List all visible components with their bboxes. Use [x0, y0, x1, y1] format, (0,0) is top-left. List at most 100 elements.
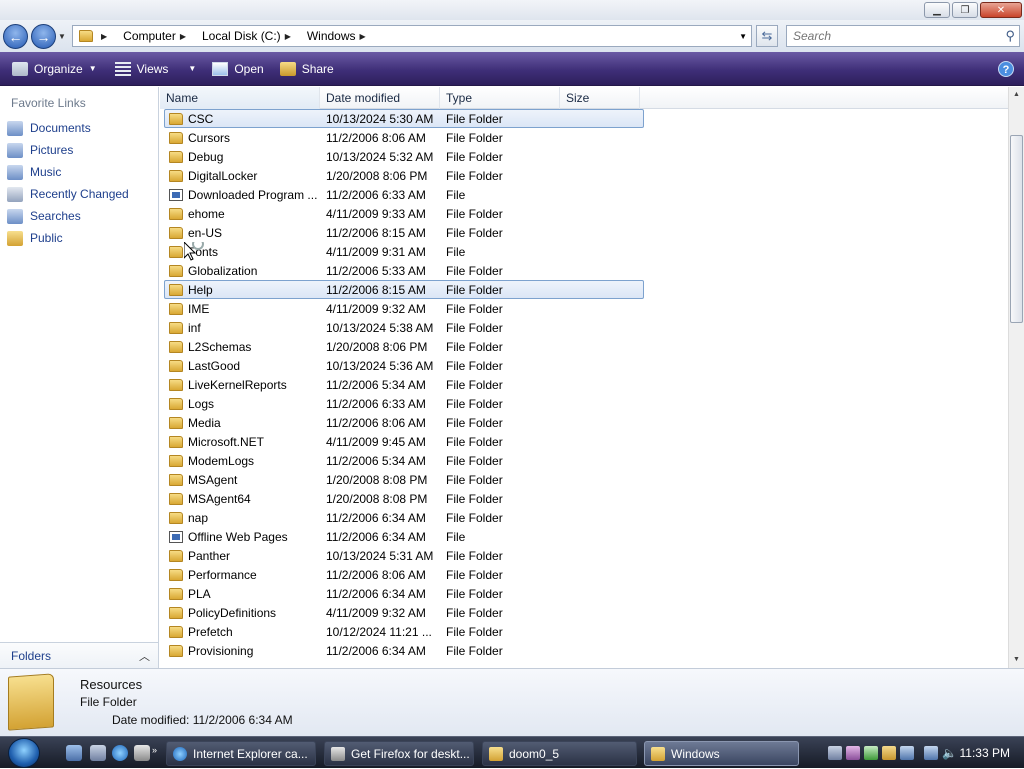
- vertical-scrollbar[interactable]: ▲ ▼: [1008, 87, 1024, 668]
- task-windows[interactable]: Windows: [644, 741, 799, 766]
- file-row[interactable]: Performance 11/2/2006 8:06 AM File Folder: [164, 565, 644, 584]
- quick-launch-icon[interactable]: [134, 745, 150, 761]
- file-row[interactable]: Globalization 11/2/2006 5:33 AM File Folde…: [164, 261, 644, 280]
- file-row[interactable]: PLA 11/2/2006 6:34 AM File Folder: [164, 584, 644, 603]
- column-header-name[interactable]: Name: [160, 87, 320, 109]
- share-button[interactable]: Share: [276, 56, 338, 82]
- file-row[interactable]: Cursors 11/2/2006 8:06 AM File Folder: [164, 128, 644, 147]
- views-button[interactable]: Views ▼: [111, 56, 201, 82]
- breadcrumb-computer[interactable]: Computer ▶: [123, 29, 194, 43]
- file-name-cell: Offline Web Pages: [165, 530, 320, 544]
- file-name-cell: Provisioning: [165, 644, 320, 658]
- recent-pages-dropdown[interactable]: ▼: [58, 32, 66, 41]
- nav-item-documents[interactable]: Documents: [0, 117, 158, 139]
- file-row[interactable]: en-US 11/2/2006 8:15 AM File Folder: [164, 223, 644, 242]
- security-shield-icon[interactable]: [864, 746, 878, 760]
- file-row[interactable]: Microsoft.NET 4/11/2009 9:45 AM File Folde…: [164, 432, 644, 451]
- scroll-up-icon[interactable]: ▲: [1009, 87, 1024, 103]
- help-icon[interactable]: ?: [998, 61, 1014, 77]
- search-box: ⚲: [786, 25, 1020, 47]
- views-icon: [114, 61, 131, 76]
- nav-item-searches[interactable]: Searches: [0, 205, 158, 227]
- open-button[interactable]: Open: [208, 56, 267, 82]
- show-desktop-icon[interactable]: [66, 745, 82, 761]
- file-row[interactable]: Fonts 4/11/2009 9:31 AM File: [164, 242, 644, 261]
- file-row[interactable]: Debug 10/13/2024 5:32 AM File Folder: [164, 147, 644, 166]
- file-name-cell: Prefetch: [165, 625, 320, 639]
- maximize-button[interactable]: ❐: [952, 2, 978, 18]
- file-row[interactable]: inf 10/13/2024 5:38 AM File Folder: [164, 318, 644, 337]
- file-row[interactable]: Downloaded Program ... 11/2/2006 6:33 AM F…: [164, 185, 644, 204]
- file-date-cell: 1/20/2008 8:08 PM: [326, 472, 428, 487]
- start-button[interactable]: [8, 738, 40, 768]
- favorite-links-list: Documents Pictures Music Recently Change…: [0, 117, 158, 249]
- file-row[interactable]: IME 4/11/2009 9:32 AM File Folder: [164, 299, 644, 318]
- chevron-right-icon: ▶: [284, 31, 291, 41]
- file-row[interactable]: Panther 10/13/2024 5:31 AM File Folder: [164, 546, 644, 565]
- file-row[interactable]: nap 11/2/2006 6:34 AM File Folder: [164, 508, 644, 527]
- file-name-cell: nap: [165, 511, 320, 525]
- file-row[interactable]: DigitalLocker 1/20/2008 8:06 PM File Folde…: [164, 166, 644, 185]
- volume-icon[interactable]: 🔈: [942, 746, 957, 760]
- address-bar[interactable]: ▶ Computer ▶ Local Disk (C:) ▶ Windows ▶ ▼: [72, 25, 752, 47]
- organize-button[interactable]: Organize ▼: [8, 56, 101, 82]
- close-button[interactable]: ✕: [980, 2, 1022, 18]
- file-row[interactable]: L2Schemas 1/20/2008 8:06 PM File Folder: [164, 337, 644, 356]
- taskbar: » Internet Explorer ca... Get Firefox fo…: [0, 736, 1024, 768]
- switch-windows-icon[interactable]: [90, 745, 106, 761]
- nav-item-pictures[interactable]: Pictures: [0, 139, 158, 161]
- address-dropdown-icon[interactable]: ▼: [739, 32, 747, 41]
- forward-button[interactable]: →: [31, 24, 56, 49]
- tray-app-icon[interactable]: [828, 746, 842, 760]
- breadcrumb-root[interactable]: ▶: [97, 32, 115, 41]
- search-icon[interactable]: ⚲: [1005, 28, 1015, 44]
- minimize-button[interactable]: ▁: [924, 2, 950, 18]
- search-input[interactable]: [791, 28, 991, 44]
- file-date-cell: 11/2/2006 6:34 AM: [326, 510, 426, 525]
- clock[interactable]: 11:33 PM: [960, 746, 1010, 760]
- scroll-down-icon[interactable]: ▼: [1009, 652, 1024, 668]
- nav-item-recently-changed[interactable]: Recently Changed: [0, 183, 158, 205]
- file-row[interactable]: Provisioning 11/2/2006 6:34 AM File Folder: [164, 641, 644, 660]
- task-doom[interactable]: doom0_5: [482, 741, 637, 766]
- file-row[interactable]: Media 11/2/2006 8:06 AM File Folder: [164, 413, 644, 432]
- network-icon[interactable]: [924, 746, 938, 760]
- favorite-links-title: Favorite Links: [11, 96, 86, 110]
- file-row[interactable]: Prefetch 10/12/2024 11:21 ... File Folder: [164, 622, 644, 641]
- file-row[interactable]: MSAgent 1/20/2008 8:08 PM File Folder: [164, 470, 644, 489]
- file-row[interactable]: PolicyDefinitions 4/11/2009 9:32 AM File F…: [164, 603, 644, 622]
- file-row[interactable]: ModemLogs 11/2/2006 5:34 AM File Folder: [164, 451, 644, 470]
- column-header-type[interactable]: Type: [440, 87, 560, 109]
- file-name-cell: Cursors: [165, 131, 320, 145]
- file-row[interactable]: CSC 10/13/2024 5:30 AM File Folder: [164, 109, 644, 128]
- file-row[interactable]: ehome 4/11/2009 9:33 AM File Folder: [164, 204, 644, 223]
- quick-launch-more-icon[interactable]: »: [152, 745, 160, 761]
- column-header-date[interactable]: Date modified: [320, 87, 440, 109]
- file-row[interactable]: Logs 11/2/2006 6:33 AM File Folder: [164, 394, 644, 413]
- task-get-firefox[interactable]: Get Firefox for deskt...: [324, 741, 474, 766]
- tray-app-icon[interactable]: [846, 746, 860, 760]
- nav-item-public[interactable]: Public: [0, 227, 158, 249]
- title-bar: ▁ ❐ ✕: [0, 0, 1024, 20]
- folders-toggle[interactable]: Folders ︿: [0, 642, 158, 668]
- file-row[interactable]: MSAgent64 1/20/2008 8:08 PM File Folder: [164, 489, 644, 508]
- file-row[interactable]: LastGood 10/13/2024 5:36 AM File Folder: [164, 356, 644, 375]
- file-name-cell: Globalization: [165, 264, 320, 278]
- tray-app-icon[interactable]: [882, 746, 896, 760]
- column-header-size[interactable]: Size: [560, 87, 640, 109]
- back-button[interactable]: ←: [3, 24, 28, 49]
- scrollbar-thumb[interactable]: [1010, 135, 1023, 323]
- file-name-cell: LastGood: [165, 359, 320, 373]
- tray-app-icon[interactable]: [900, 746, 914, 760]
- file-date-cell: 1/20/2008 8:08 PM: [326, 491, 428, 506]
- refresh-button[interactable]: ⇆: [756, 25, 778, 47]
- internet-explorer-icon[interactable]: [112, 745, 128, 761]
- file-row[interactable]: LiveKernelReports 11/2/2006 5:34 AM File F…: [164, 375, 644, 394]
- nav-item-music[interactable]: Music: [0, 161, 158, 183]
- file-row[interactable]: Help 11/2/2006 8:15 AM File Folder: [164, 280, 644, 299]
- task-internet-explorer[interactable]: Internet Explorer ca...: [166, 741, 316, 766]
- file-type-cell: File: [446, 529, 466, 544]
- file-row[interactable]: Offline Web Pages 11/2/2006 6:34 AM File: [164, 527, 644, 546]
- breadcrumb-local-disk[interactable]: Local Disk (C:) ▶: [202, 29, 299, 43]
- breadcrumb-windows[interactable]: Windows ▶: [307, 29, 374, 43]
